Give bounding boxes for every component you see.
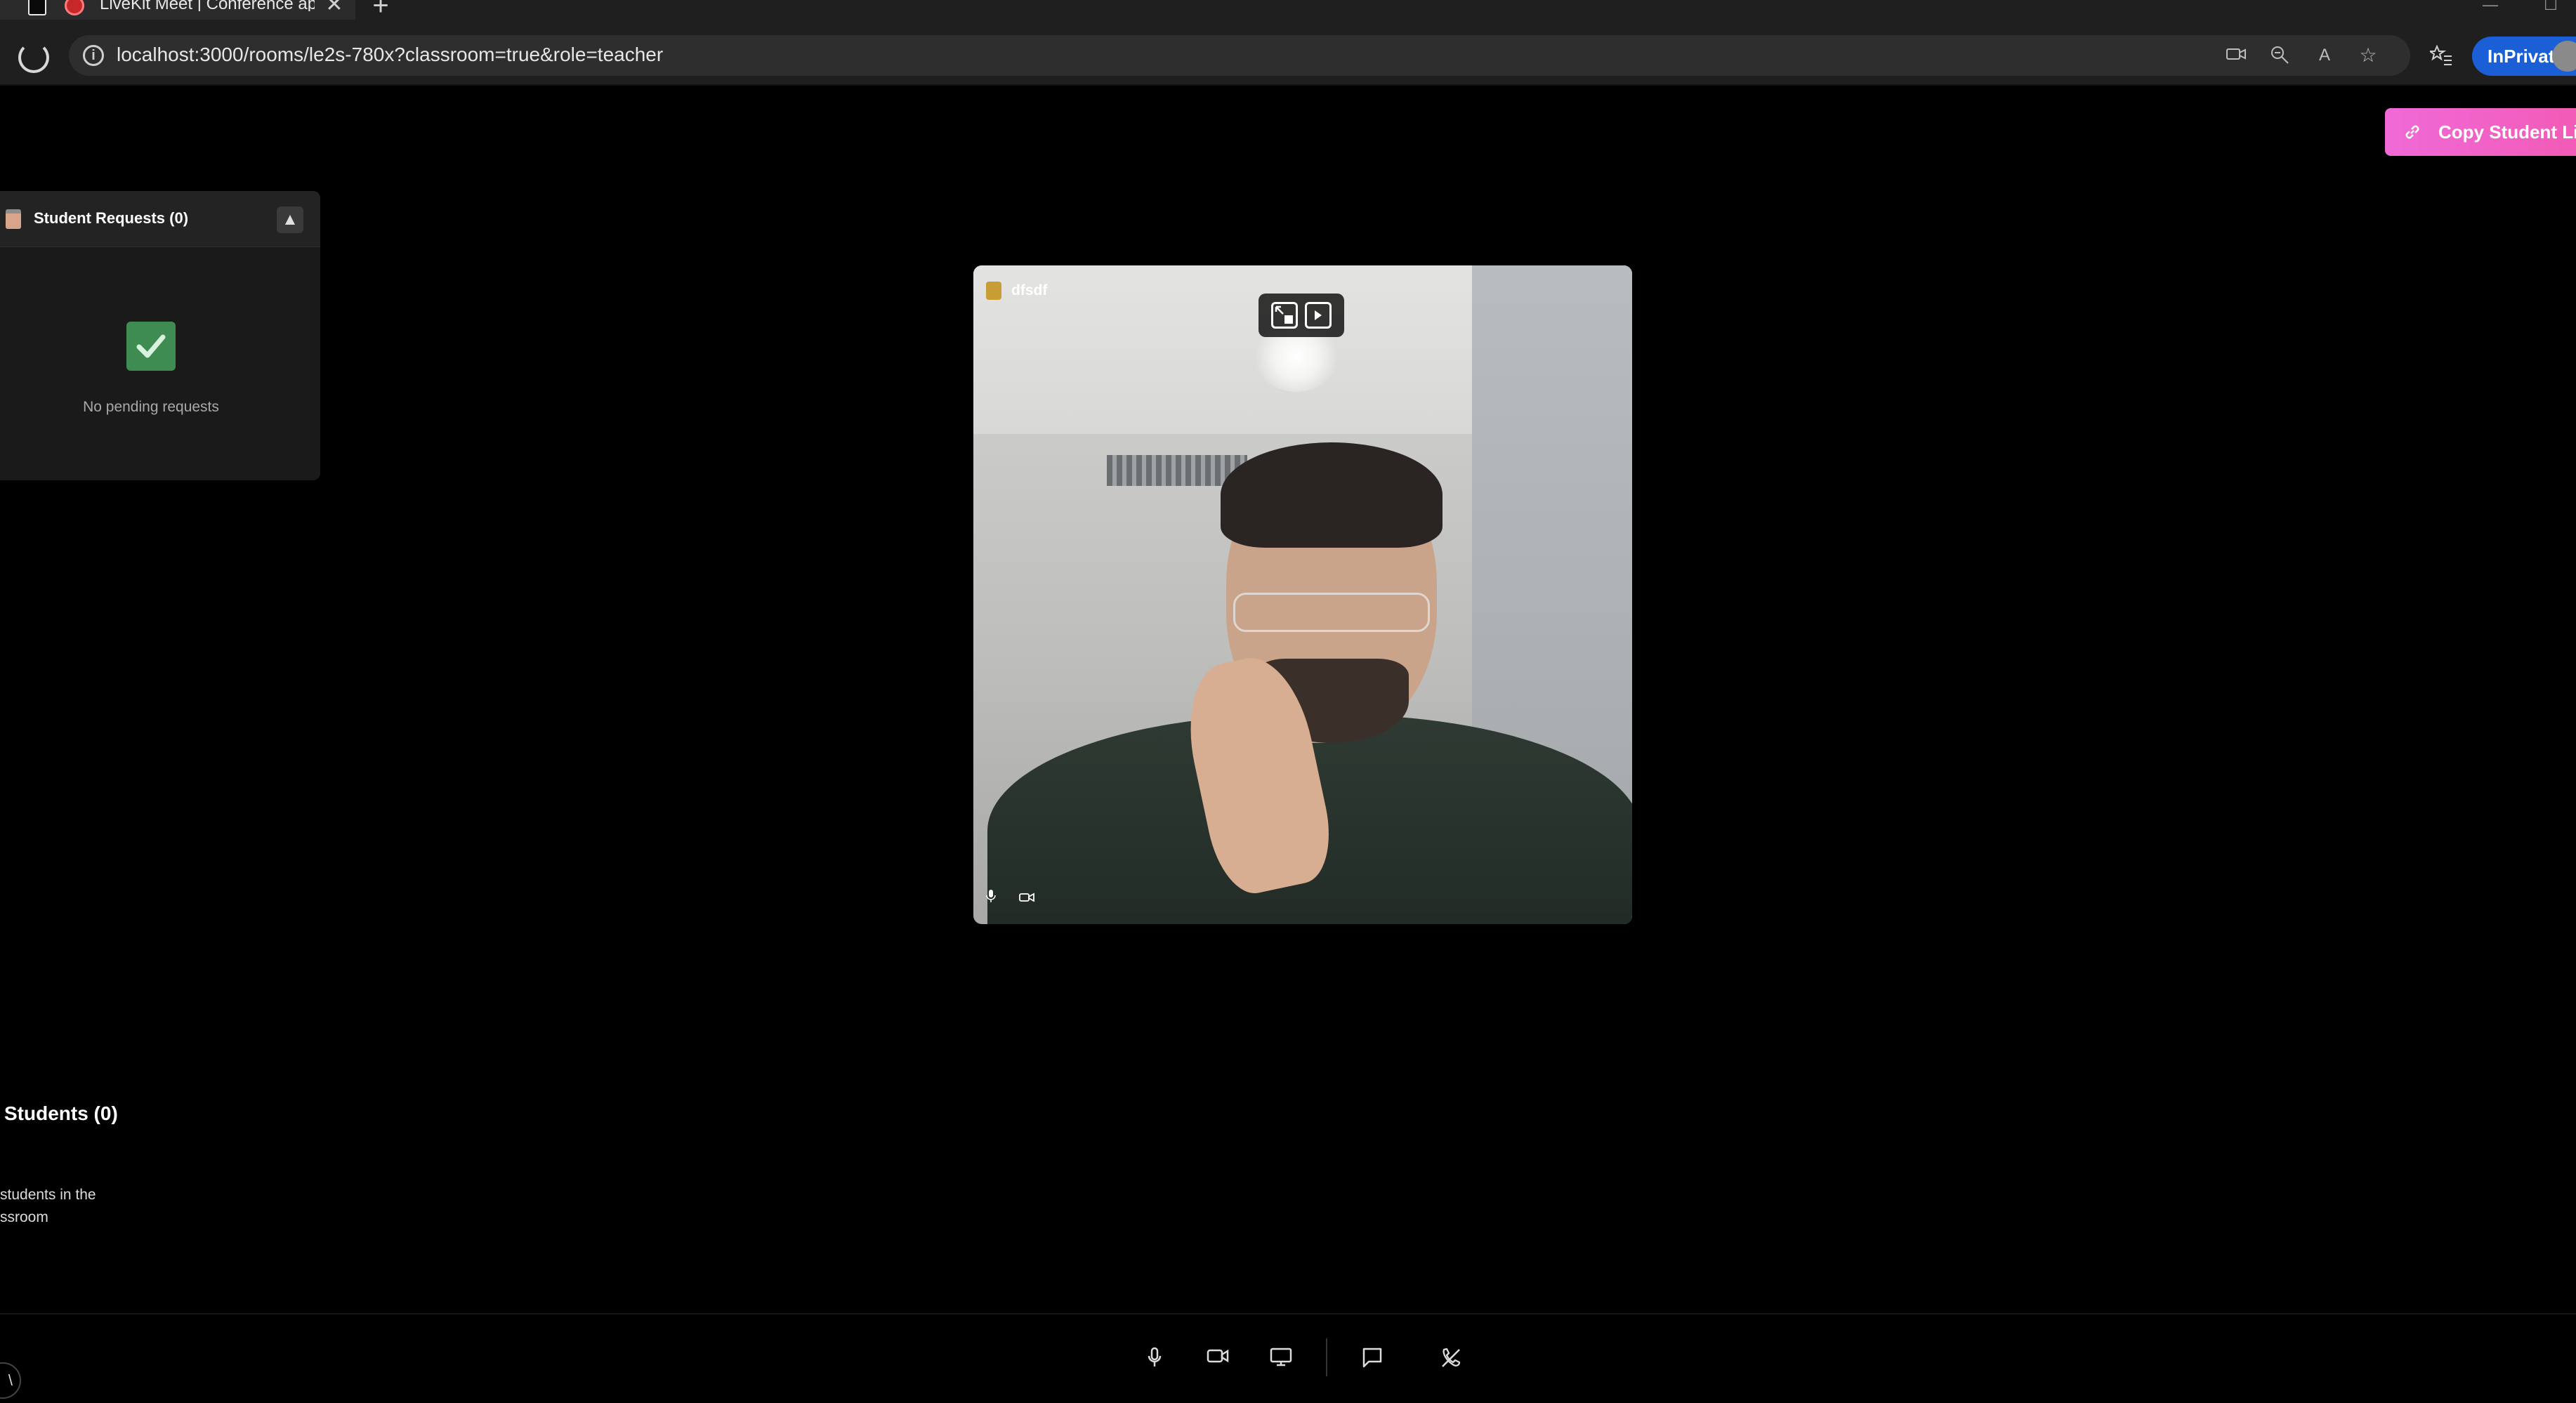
student-requests-panel: Student Requests (0) ▲ No pending reques…: [0, 191, 320, 480]
tile-controls: [1259, 294, 1344, 337]
address-bar[interactable]: i localhost:3000/rooms/le2s-780x?classro…: [69, 35, 2410, 76]
recording-indicator-icon: [65, 0, 84, 15]
tile-status-bar: [986, 889, 1054, 907]
participant-name: dfsdf: [1011, 282, 1048, 298]
copy-student-link-label: Copy Student Link: [2438, 121, 2576, 143]
call-control-bar: \: [0, 1313, 2576, 1403]
camera-status-icon: [1019, 892, 1034, 907]
reload-icon[interactable]: [18, 42, 49, 73]
mic-status-icon: [986, 889, 996, 907]
participant-name-tag: dfsdf: [986, 281, 1047, 301]
video-feed-hair: [1221, 442, 1443, 548]
student-requests-header[interactable]: Student Requests (0) ▲: [0, 191, 320, 247]
maximize-icon[interactable]: ☐: [2537, 0, 2565, 13]
control-divider: [1326, 1338, 1327, 1376]
collapse-toggle-button[interactable]: ▲: [277, 206, 303, 233]
tab-close-icon[interactable]: ✕: [324, 0, 344, 15]
screen-share-icon: [1270, 1348, 1292, 1366]
chat-button[interactable]: [1353, 1337, 1392, 1376]
microphone-icon: [1148, 1347, 1162, 1366]
favorites-icon[interactable]: [2427, 44, 2454, 70]
leave-call-icon: [1442, 1348, 1461, 1367]
no-requests-text: No pending requests: [83, 399, 219, 415]
livekit-favicon-icon: [28, 0, 46, 15]
inprivate-badge[interactable]: InPrivate: [2472, 37, 2576, 76]
microphone-button[interactable]: [1135, 1337, 1174, 1376]
copy-student-link-button[interactable]: Copy Student Link: [2385, 108, 2576, 156]
profile-avatar[interactable]: [2552, 41, 2576, 72]
student-requests-title: Student Requests (0): [34, 209, 189, 227]
focus-toggle-icon[interactable]: [1271, 302, 1298, 329]
leave-call-button[interactable]: [1431, 1337, 1471, 1376]
browser-nav-bar: i localhost:3000/rooms/le2s-780x?classro…: [0, 20, 2576, 86]
students-title: Students (0): [4, 1102, 118, 1124]
camera-button[interactable]: [1198, 1337, 1237, 1376]
minimize-icon[interactable]: —: [2476, 0, 2504, 13]
site-info-icon[interactable]: i: [83, 45, 104, 66]
checkmark-icon: [126, 322, 176, 371]
picture-in-picture-icon[interactable]: [1305, 302, 1332, 329]
favorite-star-icon[interactable]: ☆: [2357, 45, 2379, 66]
corner-button[interactable]: \: [0, 1362, 21, 1399]
participant-avatar-icon: [986, 282, 1001, 301]
chat-icon: [1362, 1348, 1382, 1368]
new-tab-button[interactable]: +: [367, 0, 395, 20]
camera-in-use-icon[interactable]: [2225, 45, 2247, 66]
camera-icon: [1207, 1349, 1229, 1363]
read-aloud-icon[interactable]: A: [2313, 45, 2336, 66]
no-students-text: students in the ssroom: [0, 1184, 112, 1229]
link-icon: [2403, 108, 2421, 156]
clipboard-icon: [6, 209, 21, 229]
tab-title: LiveKit Meet | Conference ap: [100, 0, 315, 11]
no-students-line-1: students in the: [0, 1187, 96, 1203]
participant-video-tile[interactable]: dfsdf: [973, 265, 1632, 924]
zoom-icon[interactable]: [2268, 45, 2291, 66]
address-url[interactable]: localhost:3000/rooms/le2s-780x?classroom…: [117, 44, 663, 66]
browser-tab-bar: LiveKit Meet | Conference ap ✕ + — ☐: [0, 0, 2576, 20]
screen-share-button[interactable]: [1261, 1337, 1301, 1376]
browser-tab[interactable]: LiveKit Meet | Conference ap ✕: [0, 0, 355, 20]
video-feed-glasses: [1233, 593, 1430, 632]
no-students-line-2: ssroom: [0, 1209, 48, 1225]
